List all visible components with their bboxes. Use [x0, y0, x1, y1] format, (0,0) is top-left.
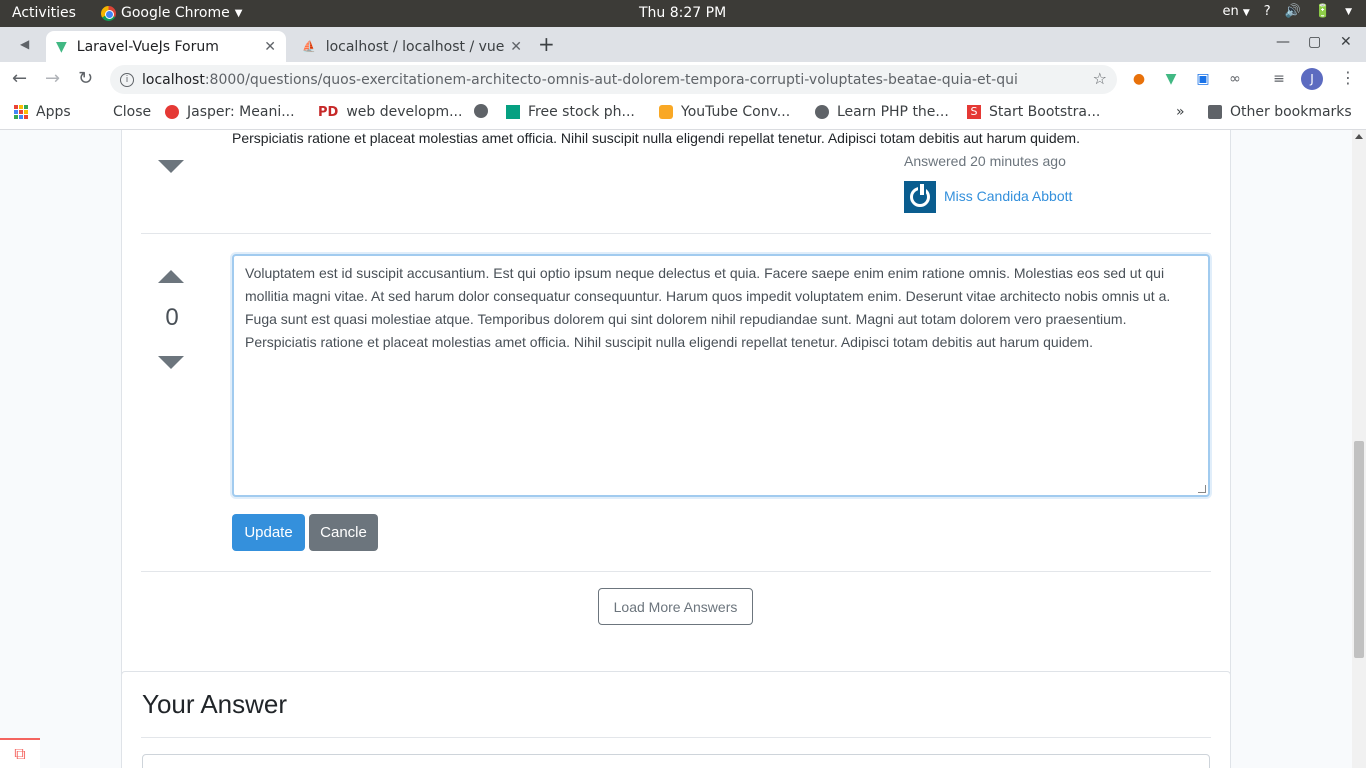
bookmark-item[interactable]: Learn PHP the... — [815, 104, 949, 120]
bookmark-item[interactable] — [474, 104, 488, 118]
pd-icon: PD — [318, 104, 339, 120]
bookmark-label: Free stock ph... — [528, 104, 635, 120]
url-path: :8000/questions/quos-exercitationem-arch… — [204, 71, 1018, 88]
bookmarks-overflow-button[interactable]: » — [1176, 104, 1185, 120]
bookmark-item[interactable]: Close — [113, 104, 151, 120]
author-link[interactable]: Miss Candida Abbott — [944, 188, 1072, 204]
bookmark-label: Jasper: Meani... — [187, 104, 295, 120]
bookmark-label: YouTube Conv... — [681, 104, 791, 120]
scrollbar-thumb[interactable] — [1354, 441, 1364, 658]
bookmarks-bar: Apps Close Jasper: Meani... PD web devel… — [0, 97, 1366, 130]
vote-count: 0 — [165, 304, 179, 331]
update-button[interactable]: Update — [232, 514, 305, 551]
answered-time: Answered 20 minutes ago — [904, 153, 1066, 169]
language-indicator[interactable]: en ▼ — [1222, 4, 1249, 19]
extension-icon[interactable]: ● — [1130, 70, 1148, 88]
close-window-button[interactable]: ✕ — [1340, 34, 1352, 50]
media-control-icon[interactable]: ≡ — [1270, 70, 1288, 88]
scroll-up-icon[interactable] — [1355, 134, 1363, 139]
url-host: localhost — [142, 71, 205, 88]
bookmark-apps[interactable]: Apps — [14, 104, 71, 120]
activities-button[interactable]: Activities — [12, 5, 76, 21]
bookmark-star-icon[interactable]: ☆ — [1093, 69, 1107, 88]
chevron-down-icon[interactable]: ▼ — [1345, 7, 1352, 17]
page-scrollbar[interactable] — [1352, 130, 1366, 768]
tab-scroll-icon[interactable]: ◀ — [20, 37, 29, 51]
close-icon[interactable]: ✕ — [264, 39, 276, 55]
minimize-button[interactable]: — — [1276, 34, 1290, 50]
app-name: Google Chrome — [121, 5, 230, 21]
vote-up-icon[interactable] — [158, 270, 184, 283]
cancel-button[interactable]: Cancle — [309, 514, 378, 551]
system-top-bar: Activities Google Chrome ▼ Thu 8:27 PM e… — [0, 0, 1366, 27]
other-bookmarks[interactable]: Other bookmarks — [1208, 104, 1352, 120]
bookmark-item[interactable]: Free stock ph... — [506, 104, 635, 120]
bookmark-item[interactable]: Jasper: Meani... — [165, 104, 295, 120]
tab-title: Laravel-VueJs Forum — [76, 38, 219, 55]
vue-devtools-icon[interactable]: ▼ — [1162, 70, 1180, 88]
volume-icon[interactable]: 🔊 — [1285, 4, 1301, 19]
app-menu[interactable]: Google Chrome ▼ — [101, 5, 242, 21]
jasper-icon — [165, 105, 179, 119]
tab-strip: ◀ ▼ Laravel-VueJs Forum ✕ ⛵ localhost / … — [0, 27, 1366, 62]
power-icon — [910, 184, 930, 207]
clock[interactable]: Thu 8:27 PM — [639, 5, 726, 21]
tab-phpmyadmin[interactable]: ⛵ localhost / localhost / vue ✕ — [292, 31, 532, 62]
apps-grid-icon — [14, 105, 28, 119]
answer-edit-textarea[interactable]: Voluptatem est id suscipit accusantium. … — [232, 254, 1210, 497]
chrome-icon — [101, 5, 116, 21]
battery-icon[interactable]: 🔋 — [1315, 4, 1331, 19]
youtube-converter-icon — [659, 105, 673, 119]
previous-answer-text: Perspiciatis ratione et placeat molestia… — [232, 130, 1080, 146]
system-tray[interactable]: en ▼ ? 🔊 🔋 ▼ — [1222, 4, 1352, 19]
globe-icon — [815, 105, 829, 119]
bookmark-item[interactable]: S Start Bootstra... — [967, 104, 1100, 120]
info-icon[interactable]: i — [120, 72, 134, 87]
back-button[interactable]: ← — [12, 68, 27, 89]
load-more-answers-button[interactable]: Load More Answers — [598, 588, 753, 625]
menu-icon[interactable]: ⋮ — [1340, 68, 1356, 87]
close-icon[interactable]: ✕ — [510, 39, 522, 55]
save-icon[interactable]: ▣ — [1194, 70, 1212, 88]
bookmark-item[interactable]: PD web developm... — [318, 104, 462, 120]
vote-down-icon[interactable] — [158, 160, 184, 173]
answer-body-text: Voluptatem est id suscipit accusantium. … — [245, 265, 1171, 350]
globe-icon — [474, 104, 488, 118]
vue-icon: ▼ — [56, 38, 67, 55]
stock-photo-icon — [506, 105, 520, 119]
help-icon[interactable]: ? — [1264, 4, 1271, 19]
phpmyadmin-icon: ⛵ — [302, 40, 316, 53]
avatar — [904, 181, 936, 213]
tab-laravel-forum[interactable]: ▼ Laravel-VueJs Forum ✕ — [46, 31, 286, 62]
bookmark-label: Close — [113, 104, 152, 120]
divider — [141, 737, 1211, 738]
maximize-button[interactable]: ▢ — [1308, 34, 1321, 50]
folder-icon — [1208, 105, 1222, 119]
bookmark-label: Start Bootstra... — [989, 104, 1101, 120]
your-answer-title: Your Answer — [142, 689, 288, 719]
new-tab-button[interactable]: + — [538, 32, 555, 56]
chevron-down-icon: ▼ — [234, 7, 243, 19]
laravel-icon[interactable]: ⧉ — [0, 738, 40, 768]
extension-icon[interactable]: ∞ — [1226, 70, 1244, 88]
bootstrap-icon: S — [967, 105, 981, 119]
address-bar[interactable]: i localhost:8000/questions/quos-exercita… — [110, 65, 1117, 94]
bookmark-label: Other bookmarks — [1230, 104, 1352, 120]
bookmark-item[interactable]: YouTube Conv... — [659, 104, 790, 120]
divider — [141, 571, 1211, 572]
profile-avatar[interactable]: J — [1301, 68, 1323, 90]
divider — [141, 233, 1211, 234]
resize-handle-icon[interactable] — [1198, 485, 1206, 493]
bookmark-label: Apps — [36, 104, 71, 120]
vote-down-icon[interactable] — [158, 356, 184, 369]
tab-title: localhost / localhost / vue — [325, 38, 505, 55]
answer-input[interactable] — [142, 754, 1210, 768]
bookmark-label: web developm... — [346, 104, 463, 120]
forward-button[interactable]: → — [45, 68, 60, 89]
page-content: Perspiciatis ratione et placeat molestia… — [0, 130, 1352, 768]
bookmark-label: Learn PHP the... — [837, 104, 949, 120]
reload-button[interactable]: ↻ — [78, 68, 93, 89]
browser-toolbar: ← → ↻ i localhost:8000/questions/quos-ex… — [0, 62, 1366, 97]
